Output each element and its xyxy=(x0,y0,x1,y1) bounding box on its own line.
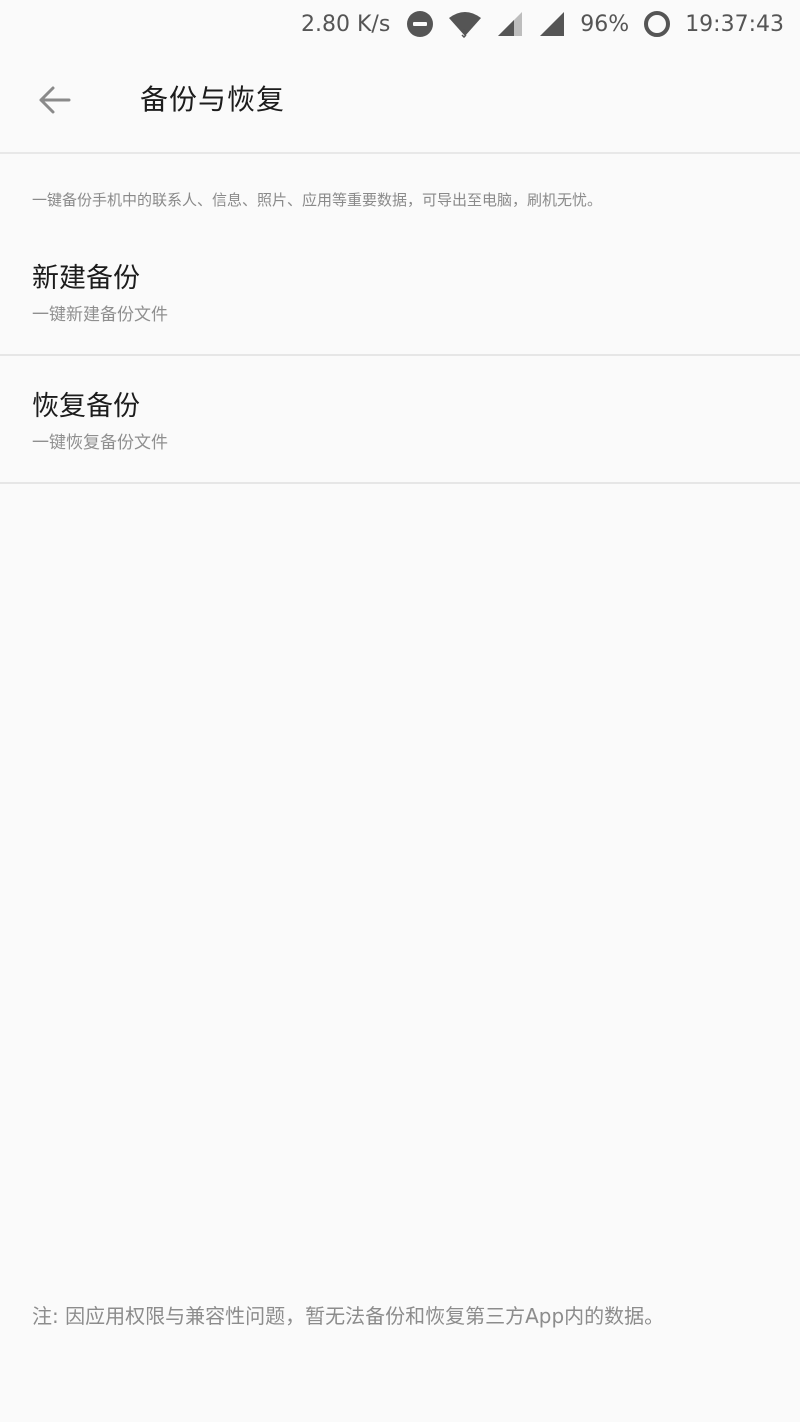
backup-description: 一键备份手机中的联系人、信息、照片、应用等重要数据，可导出至电脑，刷机无忧。 xyxy=(32,191,603,209)
signal-strength-icon-sim2 xyxy=(538,11,566,37)
wifi-icon xyxy=(448,10,482,38)
network-speed: 2.80 K/s xyxy=(301,11,391,37)
battery-icon xyxy=(643,10,671,38)
page-title: 备份与恢复 xyxy=(140,83,286,116)
new-backup-item[interactable]: 新建备份 一键新建备份文件 xyxy=(0,228,800,356)
app-bar: 备份与恢复 xyxy=(0,48,800,154)
restore-backup-item[interactable]: 恢复备份 一键恢复备份文件 xyxy=(0,356,800,484)
new-backup-subtitle: 一键新建备份文件 xyxy=(32,305,168,325)
back-button[interactable] xyxy=(22,70,86,134)
do-not-disturb-icon xyxy=(406,10,434,38)
footer-note: 注: 因应用权限与兼容性问题，暂无法备份和恢复第三方App内的数据。 xyxy=(32,1304,665,1328)
arrow-back-icon xyxy=(37,85,71,119)
restore-backup-title: 恢复备份 xyxy=(32,391,140,422)
restore-backup-subtitle: 一键恢复备份文件 xyxy=(32,433,168,453)
signal-strength-icon-sim1 xyxy=(496,11,524,37)
battery-percentage: 96% xyxy=(580,11,630,37)
backup-restore-screen: 2.80 K/s 96% 19:37:43 备份与恢复 一键备份手机中的联系人、… xyxy=(0,0,800,1422)
clock: 19:37:43 xyxy=(685,11,784,37)
status-bar: 2.80 K/s 96% 19:37:43 xyxy=(0,0,800,48)
new-backup-title: 新建备份 xyxy=(32,263,140,294)
